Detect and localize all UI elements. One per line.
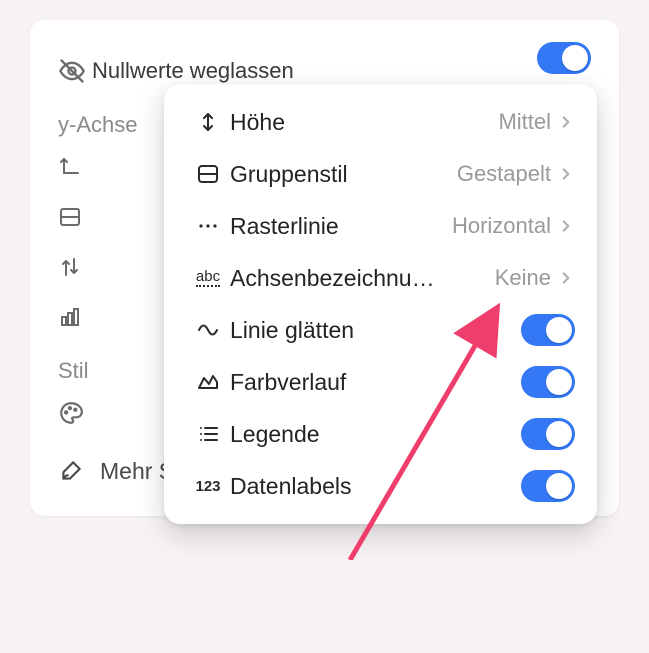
eye-off-icon — [58, 57, 92, 85]
popover-item-value: Gestapelt — [457, 161, 551, 187]
omit-nulls-label: Nullwerte weglassen — [92, 58, 294, 84]
palette-icon — [58, 400, 92, 426]
popover-item-value: Horizontal — [452, 213, 551, 239]
brush-icon — [58, 458, 84, 484]
popover-item-toggle[interactable] — [521, 366, 575, 398]
arrows-vertical-icon — [186, 110, 230, 134]
popover-item-label: Farbverlauf — [230, 369, 521, 396]
omit-nulls-toggle[interactable] — [537, 42, 591, 74]
area-icon — [186, 370, 230, 394]
chart-options-panel: Nullwerte weglassen y-Achse Stil Mehr St… — [30, 20, 619, 516]
wave-icon — [186, 318, 230, 342]
popover-item-2[interactable]: RasterlinieHorizontal — [174, 200, 587, 252]
bars-icon — [58, 305, 92, 329]
popover-item-4[interactable]: Linie glätten — [174, 304, 587, 356]
popover-item-label: Legende — [230, 421, 521, 448]
popover-item-label: Rasterlinie — [230, 213, 452, 240]
chevron-right-icon — [557, 165, 575, 183]
popover-item-5[interactable]: Farbverlauf — [174, 356, 587, 408]
popover-item-toggle[interactable] — [521, 418, 575, 450]
popover-item-label: Achsenbezeichnu… — [230, 265, 495, 292]
popover-item-value: Mittel — [498, 109, 551, 135]
abc-icon: abc — [186, 269, 230, 287]
split-icon — [58, 205, 92, 229]
chevron-right-icon — [557, 113, 575, 131]
popover-item-6[interactable]: Legende — [174, 408, 587, 460]
chevron-right-icon — [557, 217, 575, 235]
list-icon — [186, 422, 230, 446]
popover-item-value: Keine — [495, 265, 551, 291]
popover-item-toggle[interactable] — [521, 314, 575, 346]
popover-item-7[interactable]: 123Datenlabels — [174, 460, 587, 512]
popover-item-3[interactable]: abcAchsenbezeichnu…Keine — [174, 252, 587, 304]
popover-item-1[interactable]: GruppenstilGestapelt — [174, 148, 587, 200]
dots-icon — [186, 214, 230, 238]
swap-vertical-icon — [58, 255, 92, 279]
popover-item-0[interactable]: HöheMittel — [174, 96, 587, 148]
popover-item-label: Datenlabels — [230, 473, 521, 500]
split-horizontal-icon — [186, 162, 230, 186]
popover-item-label: Gruppenstil — [230, 161, 457, 188]
popover-item-toggle[interactable] — [521, 470, 575, 502]
popover-item-label: Linie glätten — [230, 317, 521, 344]
123-icon: 123 — [186, 479, 230, 494]
axis-arrow-icon — [58, 155, 92, 179]
popover-item-label: Höhe — [230, 109, 498, 136]
style-options-popover: HöheMittelGruppenstilGestapeltRasterlini… — [164, 84, 597, 524]
chevron-right-icon — [557, 269, 575, 287]
